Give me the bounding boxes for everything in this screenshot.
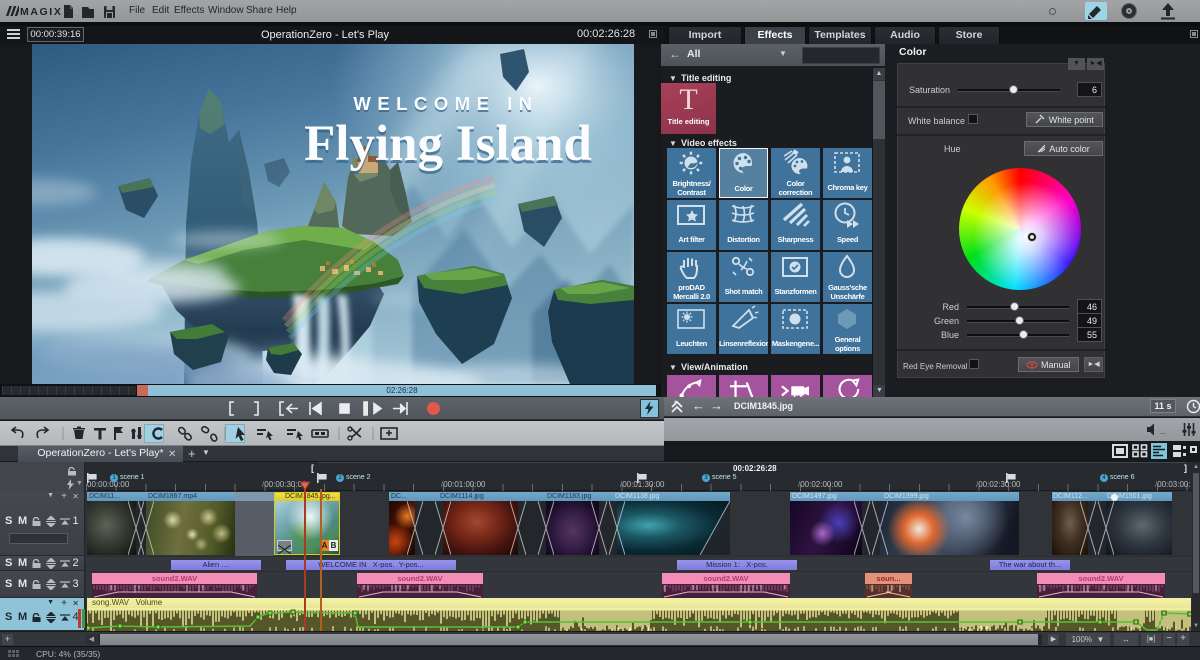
svg-text:Flying Island: Flying Island <box>304 116 592 172</box>
svg-text:WELCOME IN: WELCOME IN <box>353 93 538 114</box>
